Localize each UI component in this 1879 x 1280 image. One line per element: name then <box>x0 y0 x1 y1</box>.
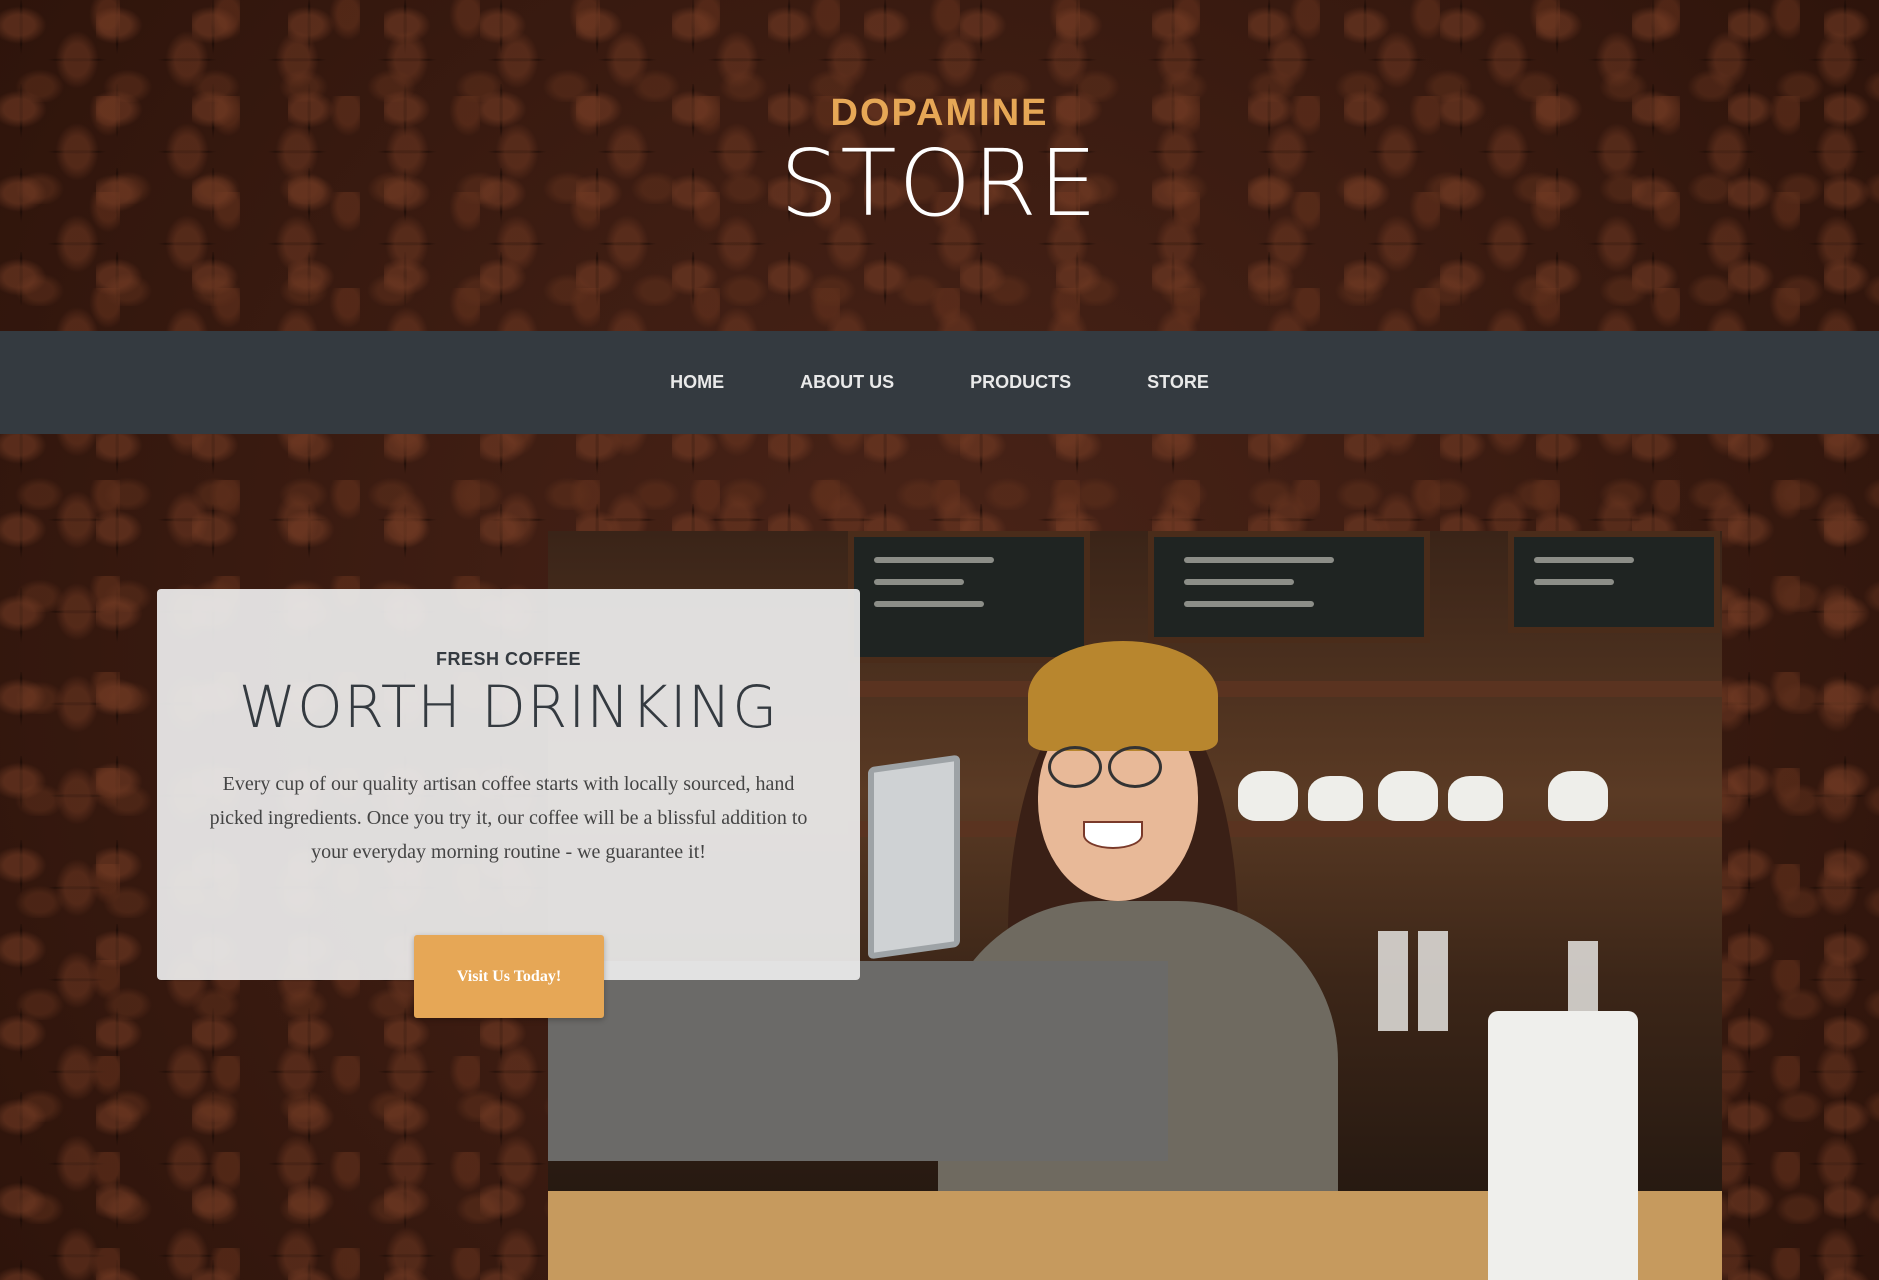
photo-cup <box>1238 771 1298 821</box>
photo-shelf <box>848 681 1722 697</box>
photo-menu-board <box>848 531 1090 663</box>
site-heading: DOPAMINE STORE <box>0 0 1879 330</box>
nav-item-store[interactable]: STORE <box>1147 372 1209 393</box>
intro-body-text: Every cup of our quality artisan coffee … <box>209 773 808 863</box>
photo-paper-cups <box>1568 941 1598 1041</box>
photo-register-screen <box>868 754 960 960</box>
nav-item-home[interactable]: HOME <box>670 372 724 393</box>
photo-cup <box>1548 771 1608 821</box>
photo-menu-board <box>1148 531 1430 643</box>
photo-menu-board <box>1508 531 1720 633</box>
nav-item-products[interactable]: PRODUCTS <box>970 372 1071 393</box>
brand-name-bottom: STORE <box>779 130 1100 237</box>
photo-espresso-machine <box>548 961 1168 1161</box>
intro-subheading: FRESH COFFEE <box>435 649 581 669</box>
photo-barista-beanie <box>1028 641 1218 751</box>
brand-name-top: DOPAMINE <box>830 92 1049 134</box>
photo-cup <box>1378 771 1438 821</box>
photo-paper-cups <box>1378 931 1408 1031</box>
photo-cup <box>1448 776 1503 821</box>
photo-barista-glasses <box>1108 746 1162 788</box>
photo-barista-glasses <box>1048 746 1102 788</box>
photo-paper-cups <box>1418 931 1448 1031</box>
photo-cup <box>1308 776 1363 821</box>
photo-barista-smile <box>1083 821 1143 849</box>
photo-paper-cups <box>1488 1011 1638 1280</box>
photo-shelf <box>848 821 1722 837</box>
visit-us-button[interactable]: Visit Us Today! <box>414 935 604 1018</box>
main-navigation: HOME ABOUT US PRODUCTS STORE <box>0 331 1879 434</box>
intro-heading: WORTH DRINKING <box>238 673 779 741</box>
intro-card: FRESH COFFEE WORTH DRINKING Every cup of… <box>157 589 860 980</box>
nav-item-about-us[interactable]: ABOUT US <box>800 372 894 393</box>
